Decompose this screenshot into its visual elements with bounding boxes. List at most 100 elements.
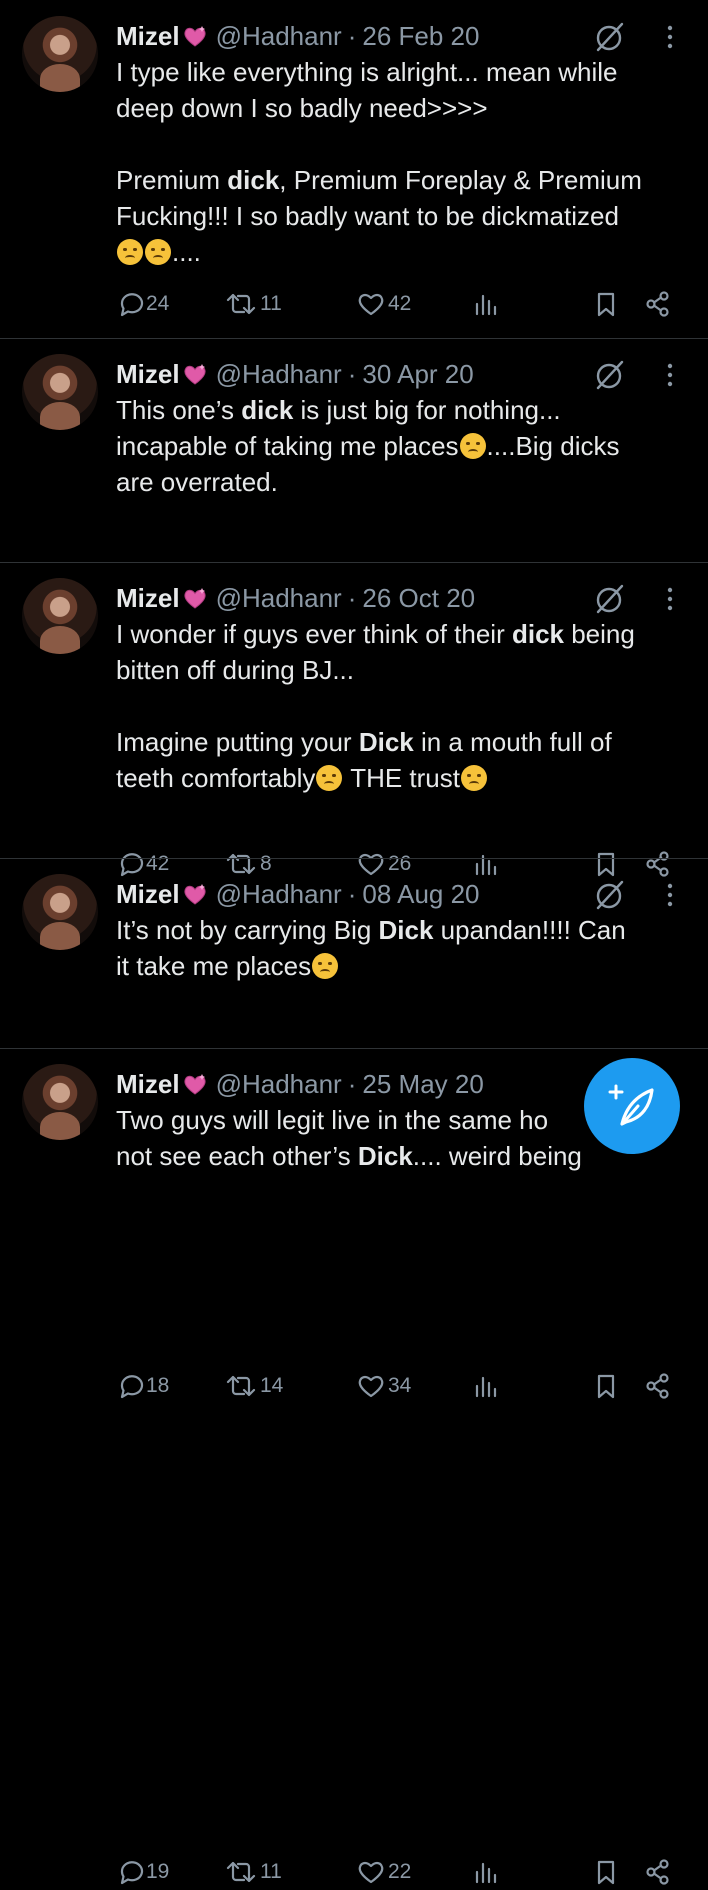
separator-dot: · (347, 358, 357, 389)
tweet-header: Mizel @Hadhanr · 26 Feb 20 (116, 18, 479, 54)
avatar[interactable] (22, 354, 98, 430)
share-icon (646, 291, 669, 317)
heart-icon (358, 1861, 384, 1884)
tweet[interactable]: Mizel @Hadhanr · 08 Aug 20 It’s not by carry… (0, 858, 708, 1885)
display-name[interactable]: Mizel (116, 879, 180, 910)
text-segment: Fucking!!! I so badly want to be dickmat… (116, 201, 619, 231)
more-options-button[interactable] (660, 878, 680, 912)
reply-icon (120, 1375, 144, 1399)
highlighted-word: dick (511, 619, 564, 649)
separator-dot: · (347, 582, 357, 613)
text-segment: it take me places (116, 951, 312, 981)
display-name[interactable]: Mizel (116, 21, 180, 52)
text-line: I wonder if guys ever think of their dic… (116, 616, 686, 652)
text-line: incapable of taking me places ....Big dic… (116, 428, 686, 464)
tweet-date[interactable]: 08 Aug 20 (362, 879, 479, 910)
avatar[interactable] (22, 1064, 98, 1140)
more-options-button[interactable] (660, 582, 680, 616)
retweet-icon (226, 293, 256, 315)
weary-face-icon (117, 239, 143, 265)
separator-dot: · (347, 878, 357, 909)
retweet-icon (226, 1861, 256, 1883)
grok-icon (596, 584, 624, 614)
views-button[interactable] (472, 1854, 498, 1890)
sparkling-heart-icon (184, 364, 206, 385)
grok-button[interactable] (592, 878, 626, 912)
share-button[interactable] (644, 1854, 672, 1890)
tweet-header: Mizel @Hadhanr · 08 Aug 20 (116, 876, 480, 912)
avatar[interactable] (22, 874, 98, 950)
grok-icon (596, 880, 624, 910)
views-button[interactable] (472, 1368, 498, 1404)
tweet-date[interactable]: 25 May 20 (362, 1069, 483, 1100)
tweet[interactable]: Mizel @Hadhanr · 26 Oct 20 I wonder if guys … (0, 562, 708, 1399)
heart-icon (358, 1375, 384, 1398)
compose-tweet-button[interactable] (584, 1058, 680, 1154)
like-button[interactable]: 22 (356, 1854, 411, 1890)
grok-button[interactable] (592, 358, 626, 392)
text-segment: upandan!!!! Can (433, 915, 626, 945)
like-count: 34 (388, 1374, 412, 1397)
text-line: are overrated. (116, 464, 686, 500)
display-name[interactable]: Mizel (116, 359, 180, 390)
separator-dot: · (347, 20, 357, 51)
tweet-date[interactable]: 30 Apr 20 (362, 359, 473, 390)
reply-button[interactable]: 18 (116, 1368, 169, 1404)
share-button[interactable] (644, 286, 672, 322)
reply-icon (120, 293, 144, 317)
tweet-date[interactable]: 26 Oct 20 (362, 583, 475, 614)
tweet[interactable]: Mizel @Hadhanr · 30 Apr 20 This one’s dick i… (0, 338, 708, 877)
text-segment: teeth comfortably (116, 763, 316, 793)
text-segment: not see each other’s (116, 1141, 358, 1171)
text-segment: I type like everything is alright... mea… (116, 57, 618, 87)
text-segment: I wonder if guys ever think of their (116, 619, 512, 649)
user-handle[interactable]: @Hadhanr (216, 583, 342, 614)
grok-button[interactable] (592, 20, 626, 54)
reply-count: 18 (146, 1374, 170, 1397)
bookmark-button[interactable] (594, 1854, 618, 1890)
reply-button[interactable]: 24 (116, 286, 169, 322)
tweet-date[interactable]: 26 Feb 20 (362, 21, 479, 52)
views-icon (475, 1376, 497, 1398)
avatar[interactable] (22, 16, 98, 92)
avatar[interactable] (22, 578, 98, 654)
user-handle[interactable]: @Hadhanr (216, 21, 342, 52)
display-name[interactable]: Mizel (116, 1069, 180, 1100)
more-options-button[interactable] (660, 358, 680, 392)
tweet-actions: 19 11 22 (116, 1854, 686, 1890)
reply-icon (120, 1861, 144, 1885)
text-line: Imagine putting your Dick in a mouth ful… (116, 724, 686, 760)
text-segment: It’s not by carrying Big (116, 915, 379, 945)
text-segment: This one’s (116, 395, 242, 425)
retweet-button[interactable]: 14 (224, 1368, 283, 1404)
sparkling-heart-icon (184, 884, 206, 905)
bookmark-icon (597, 1860, 615, 1885)
tweet[interactable]: Mizel @Hadhanr · 26 Feb 20 I type like every… (0, 0, 708, 339)
views-button[interactable] (472, 286, 498, 322)
bookmark-button[interactable] (594, 1368, 618, 1404)
bookmark-button[interactable] (594, 286, 618, 322)
compose-icon (608, 1084, 654, 1126)
user-handle[interactable]: @Hadhanr (216, 359, 342, 390)
text-line: not see each other’s Dick.... weird bein… (116, 1138, 686, 1174)
text-line: deep down I so badly need>>>> (116, 90, 686, 126)
weary-face-icon (145, 239, 171, 265)
display-name[interactable]: Mizel (116, 583, 180, 614)
views-icon (475, 294, 497, 316)
more-options-button[interactable] (660, 20, 680, 54)
retweet-button[interactable]: 11 (224, 286, 282, 322)
like-count: 42 (388, 292, 412, 315)
user-handle[interactable]: @Hadhanr (216, 879, 342, 910)
text-segment: are overrated. (116, 467, 278, 497)
tweet-actions: 18 14 34 (116, 1368, 686, 1404)
like-button[interactable]: 34 (356, 1368, 411, 1404)
user-handle[interactable]: @Hadhanr (216, 1069, 342, 1100)
text-line: teeth comfortably THE trust (116, 760, 686, 796)
like-button[interactable]: 42 (356, 286, 411, 322)
retweet-button[interactable]: 11 (224, 1854, 282, 1890)
text-line: Fucking!!! I so badly want to be dickmat… (116, 198, 686, 234)
share-button[interactable] (644, 1368, 672, 1404)
grok-button[interactable] (592, 582, 626, 616)
reply-button[interactable]: 19 (116, 1854, 169, 1890)
